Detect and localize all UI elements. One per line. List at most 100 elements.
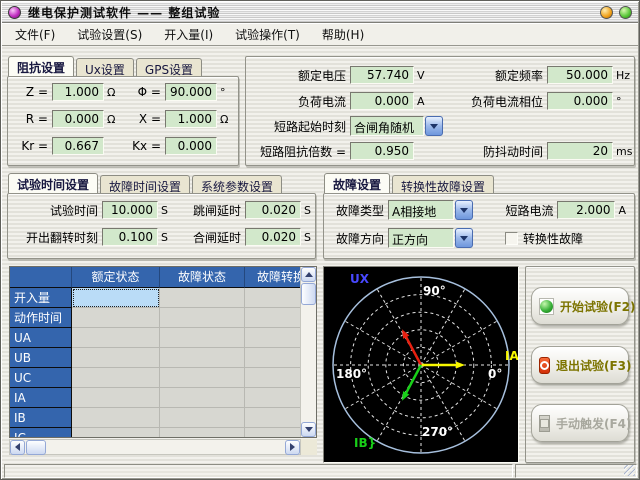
fault-direction-combo[interactable]: 正方向 [388, 228, 473, 248]
horizontal-scroll-thumb[interactable] [26, 440, 46, 455]
table-cell[interactable] [160, 348, 245, 368]
impedance-panel: 阻抗设置 Ux设置 GPS设置 Z = 1.000 Ω Φ = 90.000 °… [7, 56, 239, 166]
phi-unit: ° [220, 86, 226, 99]
x-field[interactable]: 1.000 [165, 110, 217, 128]
selected-cell[interactable] [72, 288, 160, 308]
row-header: UB [10, 348, 72, 368]
source-panel: 额定电压 57.740 V 额定频率 50.000 Hz 负荷电流 0.000 … [245, 56, 635, 166]
table-cell[interactable] [160, 308, 245, 328]
vertical-scroll-thumb[interactable] [301, 283, 316, 305]
rated-frequency-field[interactable]: 50.000 [547, 66, 613, 84]
table-cell[interactable] [160, 288, 245, 308]
kr-field[interactable]: 0.667 [52, 137, 104, 155]
app-icon [8, 6, 21, 19]
phi-field[interactable]: 90.000 [165, 83, 217, 101]
impedance-multiple-field[interactable]: 0.950 [350, 142, 414, 160]
app-window: 继电保护测试软件 —— 整组试验 文件(F) 试验设置(S) 开入量(I) 试验… [0, 0, 640, 480]
table-cell[interactable] [160, 368, 245, 388]
table-cell[interactable] [72, 328, 160, 348]
polar-label-ib: IB} [354, 436, 376, 450]
r-field[interactable]: 0.000 [52, 110, 104, 128]
manual-trigger-button: 手动触发(F4) [531, 404, 629, 442]
z-field[interactable]: 1.000 [52, 83, 104, 101]
resize-grip[interactable] [624, 465, 635, 476]
short-circuit-start-combo[interactable]: 合闸角随机 [350, 116, 443, 136]
short-circuit-current-field[interactable]: 2.000 [557, 201, 615, 219]
table-cell[interactable] [72, 408, 160, 428]
combo-dropdown-button[interactable] [425, 116, 443, 136]
row-header: 开入量 [10, 288, 72, 308]
output-flip-time-unit: S [161, 231, 173, 244]
tab-convertible-fault-settings[interactable]: 转换性故障设置 [392, 175, 494, 193]
start-test-button[interactable]: 开始试验(F2) [531, 287, 629, 325]
close-delay-unit: S [304, 231, 311, 244]
tab-ux-settings[interactable]: Ux设置 [76, 58, 134, 76]
vertical-scrollbar[interactable] [300, 267, 316, 437]
close-button[interactable] [619, 6, 632, 19]
scroll-left-button[interactable] [10, 440, 25, 455]
start-test-icon [539, 298, 554, 315]
short-circuit-start-label: 短路起始时刻 [252, 118, 346, 135]
table-row: IB [10, 408, 316, 428]
tab-fault-settings[interactable]: 故障设置 [324, 173, 390, 193]
rated-voltage-label: 额定电压 [252, 67, 346, 84]
table-row: IC [10, 428, 316, 438]
scroll-right-icon [290, 443, 295, 451]
output-flip-time-field[interactable]: 0.100 [102, 228, 158, 246]
status-bar-cell [515, 464, 637, 478]
table-cell[interactable] [72, 348, 160, 368]
menu-file[interactable]: 文件(F) [6, 23, 64, 46]
horizontal-scrollbar[interactable] [9, 439, 301, 455]
trip-delay-field[interactable]: 0.020 [245, 201, 301, 219]
scroll-up-button[interactable] [301, 267, 316, 282]
close-delay-label: 合闸延时 [179, 229, 241, 246]
table-cell[interactable] [72, 428, 160, 438]
scroll-down-button[interactable] [301, 422, 316, 437]
convertible-fault-checkbox[interactable] [505, 232, 518, 245]
kx-field[interactable]: 0.000 [165, 137, 217, 155]
close-delay-field[interactable]: 0.020 [245, 228, 301, 246]
exit-test-button[interactable]: 退出试验(F3) [531, 346, 629, 384]
tab-fault-time-settings[interactable]: 故障时间设置 [100, 175, 190, 193]
scroll-right-button[interactable] [285, 440, 300, 455]
kx-label: Kx = [123, 139, 161, 153]
rated-voltage-field[interactable]: 57.740 [350, 66, 414, 84]
debounce-time-field[interactable]: 20 [547, 142, 613, 160]
test-time-field[interactable]: 10.000 [102, 201, 158, 219]
menu-test-settings[interactable]: 试验设置(S) [68, 23, 151, 46]
fault-type-combo[interactable]: A相接地 [388, 200, 473, 220]
short-circuit-current-unit: A [618, 204, 626, 217]
load-current-field[interactable]: 0.000 [350, 92, 414, 110]
rated-frequency-label: 额定频率 [443, 67, 543, 84]
tab-impedance-settings[interactable]: 阻抗设置 [8, 56, 74, 76]
title-bar: 继电保护测试软件 —— 整组试验 [2, 2, 638, 23]
menu-test-operation[interactable]: 试验操作(T) [226, 23, 309, 46]
table-cell[interactable] [160, 388, 245, 408]
table-cell[interactable] [160, 428, 245, 438]
output-flip-time-label: 开出翻转时刻 [14, 229, 98, 246]
table-row: 动作时间 [10, 308, 316, 328]
load-current-phase-field[interactable]: 0.000 [547, 92, 613, 110]
tab-gps-settings[interactable]: GPS设置 [136, 58, 202, 76]
table-cell[interactable] [72, 368, 160, 388]
polar-label-ia: IA [505, 349, 518, 363]
tab-system-param-settings[interactable]: 系统参数设置 [192, 175, 282, 193]
vector-diagram: UX 90° IA 0° 180° 270° IB} [323, 266, 519, 463]
load-current-unit: A [417, 95, 435, 108]
table-cell[interactable] [160, 328, 245, 348]
table-cell[interactable] [72, 308, 160, 328]
combo-dropdown-button[interactable] [455, 200, 473, 220]
timing-group: 试验时间 10.000 S 跳闸延时 0.020 S 开出翻转时刻 0.100 … [7, 193, 316, 259]
table-cell[interactable] [72, 388, 160, 408]
row-header: 动作时间 [10, 308, 72, 328]
row-header: IA [10, 388, 72, 408]
minimize-button[interactable] [600, 6, 613, 19]
r-unit: Ω [107, 113, 123, 126]
table-cell[interactable] [160, 408, 245, 428]
scroll-up-icon [305, 272, 313, 277]
menu-help[interactable]: 帮助(H) [313, 23, 373, 46]
tab-test-time-settings[interactable]: 试验时间设置 [8, 173, 98, 193]
menu-binary-input[interactable]: 开入量(I) [155, 23, 222, 46]
combo-dropdown-button[interactable] [455, 228, 473, 248]
impedance-multiple-label: 短路阻抗倍数 = [252, 143, 346, 160]
